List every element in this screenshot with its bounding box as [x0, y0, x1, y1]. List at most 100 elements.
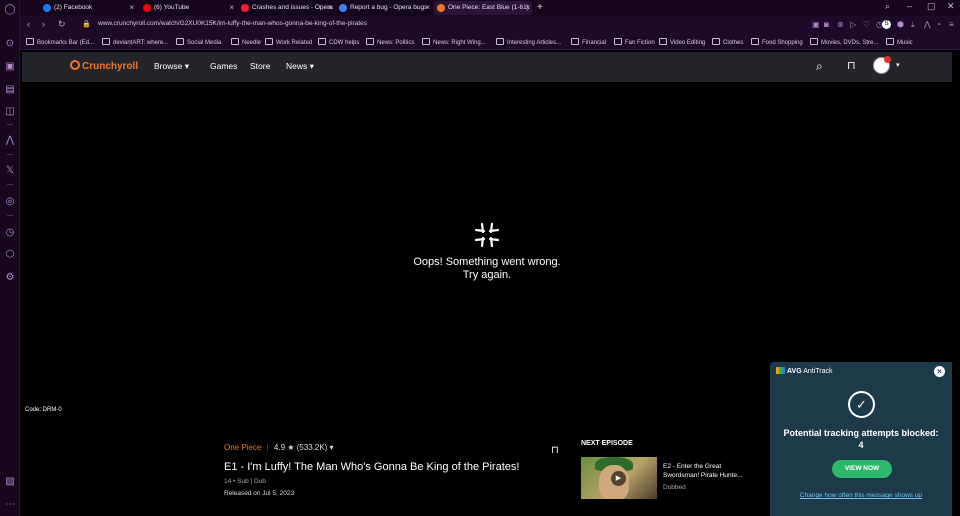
bookmark-folder[interactable]: Music — [886, 38, 913, 46]
download-icon[interactable]: ⤓ — [911, 20, 915, 30]
bookmark-folder[interactable]: deviantART: where... — [102, 38, 168, 46]
player-control-icon[interactable]: ▷ — [850, 20, 856, 29]
x-icon[interactable]: 𝕏 — [4, 165, 16, 177]
bookmark-folder[interactable]: Financial — [571, 38, 606, 46]
tab-label: One Piece: East Blue (1-61) — [448, 4, 529, 11]
bookmark-folder[interactable]: CDW helps — [318, 38, 359, 46]
next-episode-title[interactable]: E2 - Enter the Great Swordsman! Pirate H… — [663, 462, 759, 480]
watchlist-icon[interactable]: ⊓ — [847, 59, 856, 72]
search-tabs-icon[interactable]: ⌕ — [885, 1, 890, 12]
maximize-icon[interactable]: ▢ — [927, 1, 936, 12]
camera-icon[interactable]: ◙ — [824, 20, 829, 29]
error-message: Oops! Something went wrong. Try again. — [387, 256, 587, 282]
shopping-icon[interactable]: ▣ — [4, 61, 16, 73]
url-field[interactable]: www.crunchyroll.com/watch/G2XU0K15K/im-l… — [98, 20, 367, 27]
back-icon[interactable]: ‹ — [27, 19, 30, 29]
forward-icon[interactable]: › — [42, 19, 45, 29]
rating[interactable]: 4.9 ★ (533.2K) ▾ — [274, 443, 334, 452]
image-icon[interactable]: ▨ — [4, 476, 16, 488]
aria-icon[interactable]: ⋀ — [4, 135, 16, 147]
checkmark-icon: ✓ — [848, 391, 875, 418]
bookmark-folder[interactable]: News: Right Wing... — [422, 38, 486, 46]
chevron-down-icon[interactable]: ▾ — [896, 61, 900, 69]
sidebar-divider — [7, 215, 13, 216]
close-icon[interactable]: × — [229, 1, 234, 15]
close-icon[interactable]: × — [129, 1, 134, 15]
bookmark-folder[interactable]: Clothes — [712, 38, 743, 46]
twitch-icon[interactable]: ▤ — [4, 84, 16, 96]
notification-dot — [884, 56, 891, 63]
tab-label: Report a bug - Opera bugs — [350, 4, 428, 11]
lock-icon[interactable]: 🔒 — [82, 20, 91, 28]
aria-small-icon[interactable]: ⋀ — [924, 20, 931, 29]
nav-store[interactable]: Store — [250, 61, 270, 71]
tab-label: Crashes and issues - Opera — [252, 4, 333, 11]
speed-dial-icon[interactable]: ⊙ — [4, 38, 16, 50]
nav-news[interactable]: News ▾ — [286, 61, 314, 72]
bookmark-folder[interactable]: Movies, DVDs, Stre... — [810, 38, 878, 46]
change-frequency-link[interactable]: Change how often this message shows up — [780, 492, 942, 499]
account-badge-icon[interactable]: S — [882, 20, 891, 29]
close-icon[interactable]: × — [327, 1, 332, 15]
avg-antitrack-popup: AVG AntiTrack × ✓ Potential tracking att… — [770, 362, 952, 516]
vpn-icon[interactable]: ⊛ — [837, 20, 844, 29]
opera-logo-icon[interactable]: ◯ — [4, 4, 16, 16]
crunchyroll-logo[interactable]: Crunchyroll — [70, 60, 138, 72]
bookmark-folder[interactable]: Work Related — [265, 38, 312, 46]
menu-icon[interactable]: ≡ — [949, 20, 954, 29]
bookmark-folder[interactable]: Bookmarks Bar (Ed... — [26, 38, 94, 46]
tab-youtube[interactable]: (6) YouTube × — [140, 1, 236, 15]
nav-browse[interactable]: Browse ▾ — [154, 61, 189, 72]
new-tab-button[interactable]: + — [534, 1, 548, 15]
tab-label: (2) Facebook — [54, 4, 93, 11]
bookmark-folder[interactable]: Video Editing — [659, 38, 705, 46]
bookmark-folder[interactable]: Needle — [231, 38, 261, 46]
view-now-button[interactable]: VIEW NOW — [832, 460, 892, 478]
minimize-icon[interactable]: – — [907, 1, 912, 11]
close-icon[interactable]: × — [425, 1, 430, 15]
reload-icon[interactable]: ↻ — [58, 19, 66, 30]
address-bar: ‹ › ↻ 🔒 www.crunchyroll.com/watch/G2XU0K… — [20, 16, 960, 34]
snapshot-icon[interactable]: ▣ — [812, 20, 820, 29]
tab-facebook[interactable]: (2) Facebook × — [40, 1, 136, 15]
site-header: Crunchyroll Browse ▾ Games Store News ▾ … — [22, 52, 952, 82]
logo-text: Crunchyroll — [82, 61, 139, 72]
error-line-1: Oops! Something went wrong. — [413, 256, 561, 268]
next-episode: NEXT EPISODE ▶ 24m E2 - Enter the Great … — [581, 440, 761, 499]
cube-icon[interactable]: ⬢ — [897, 20, 904, 29]
close-icon[interactable]: × — [525, 1, 530, 15]
avg-message: Potential tracking attempts blocked: 4 — [783, 428, 939, 450]
play-icon[interactable]: ▶ — [611, 471, 626, 486]
tab-report-bug[interactable]: Report a bug - Opera bugs × — [336, 1, 432, 15]
history-icon[interactable]: ◷ — [4, 227, 16, 239]
tab-crunchyroll[interactable]: One Piece: East Blue (1-61) × — [434, 1, 532, 15]
bookmark-folder[interactable]: News: Politics — [366, 38, 414, 46]
window-close-icon[interactable]: ✕ — [947, 1, 955, 12]
bookmarks-bar: Bookmarks Bar (Ed... deviantART: where..… — [20, 34, 960, 50]
bookmark-folder[interactable]: Food Shopping — [751, 38, 803, 46]
instagram-icon[interactable]: ◫ — [4, 106, 16, 118]
extensions-icon[interactable]: ⬡ — [4, 249, 16, 261]
profile-icon[interactable]: ◔ — [936, 20, 941, 29]
error-line-2[interactable]: Try again. — [387, 269, 587, 282]
bookmark-folder[interactable]: Social Media — [176, 38, 221, 46]
series-link[interactable]: One Piece — [224, 443, 261, 452]
close-button[interactable]: × — [934, 366, 945, 377]
bookmark-folder[interactable]: Interesting Articles... — [496, 38, 561, 46]
avg-brand-name: AVG — [787, 368, 802, 375]
bookmark-icon[interactable]: ⊓ — [551, 445, 559, 456]
jira-icon — [339, 4, 347, 12]
tab-label: (6) YouTube — [154, 4, 190, 11]
more-icon[interactable]: ⋯ — [4, 499, 16, 511]
next-episode-thumbnail[interactable]: ▶ 24m — [581, 457, 657, 499]
bookmark-folder[interactable]: Fan Fiction — [614, 38, 655, 46]
nav-games[interactable]: Games — [210, 61, 237, 71]
search-icon[interactable]: ⌕ — [816, 59, 823, 74]
tab-opera-crashes[interactable]: Crashes and issues - Opera × — [238, 1, 334, 15]
heart-icon[interactable]: ♡ — [863, 20, 870, 29]
episode-info: One Piece | 4.9 ★ (533.2K) ▾ E1 - I'm Lu… — [224, 443, 569, 516]
settings-icon[interactable]: ⚙ — [4, 272, 16, 284]
player-icon[interactable]: ◎ — [4, 196, 16, 208]
error-code: Code: DRM-0 — [25, 407, 62, 413]
browser-window: ◯ ⊙ ▣ ▤ ◫ ⋀ 𝕏 ◎ ◷ ⬡ ⚙ ▨ ⋯ (2) Facebook ×… — [0, 0, 960, 516]
